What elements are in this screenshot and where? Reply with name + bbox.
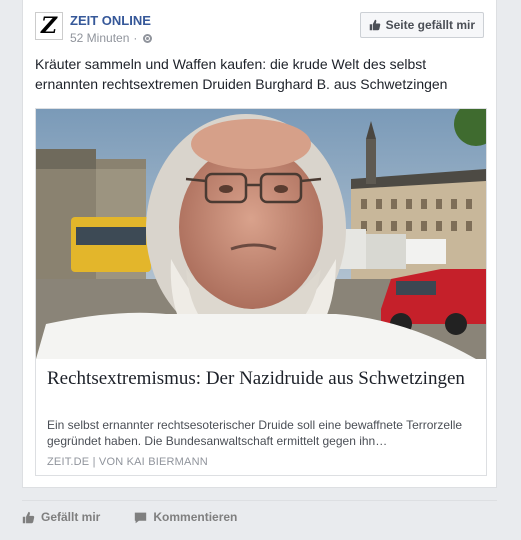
comment-button[interactable]: Kommentieren — [134, 510, 237, 524]
page-avatar[interactable]: Z — [35, 12, 63, 40]
link-title[interactable]: Rechtsextremismus: Der Nazidruide aus Sc… — [47, 367, 477, 390]
speech-bubble-icon — [135, 512, 147, 523]
post-header: Z ZEIT ONLINE 52 Minuten · Seite gefällt… — [35, 12, 484, 45]
like-button[interactable]: Gefällt mir — [22, 510, 100, 524]
thumbs-up-icon — [22, 511, 35, 523]
link-preview-image[interactable] — [36, 109, 486, 359]
page-name-link[interactable]: ZEIT ONLINE — [70, 13, 151, 28]
globe-icon — [143, 33, 153, 43]
meta-separator: · — [133, 31, 138, 45]
thumbs-up-icon — [369, 19, 380, 31]
post-text: Kräuter sammeln und Waffen kaufen: die k… — [35, 56, 448, 92]
photo-scene — [36, 109, 486, 359]
like-label: Gefällt mir — [41, 510, 101, 524]
comment-label: Kommentieren — [153, 510, 238, 524]
link-preview[interactable]: Rechtsextremismus: Der Nazidruide aus Sc… — [35, 108, 487, 476]
post-actions: Gefällt mir Kommentieren — [22, 504, 497, 530]
like-page-label: Seite gefällt mir — [385, 18, 475, 32]
post-meta: 52 Minuten · — [70, 31, 153, 45]
actions-divider — [22, 500, 497, 501]
post-card: Z ZEIT ONLINE 52 Minuten · Seite gefällt… — [22, 0, 497, 488]
link-source: ZEIT.DE | VON KAI BIERMANN — [47, 456, 208, 468]
like-page-button[interactable]: Seite gefällt mir — [359, 12, 484, 38]
link-description: Ein selbst ernannter rechtsesoterischer … — [47, 418, 463, 448]
post-timestamp[interactable]: 52 Minuten — [70, 31, 129, 45]
